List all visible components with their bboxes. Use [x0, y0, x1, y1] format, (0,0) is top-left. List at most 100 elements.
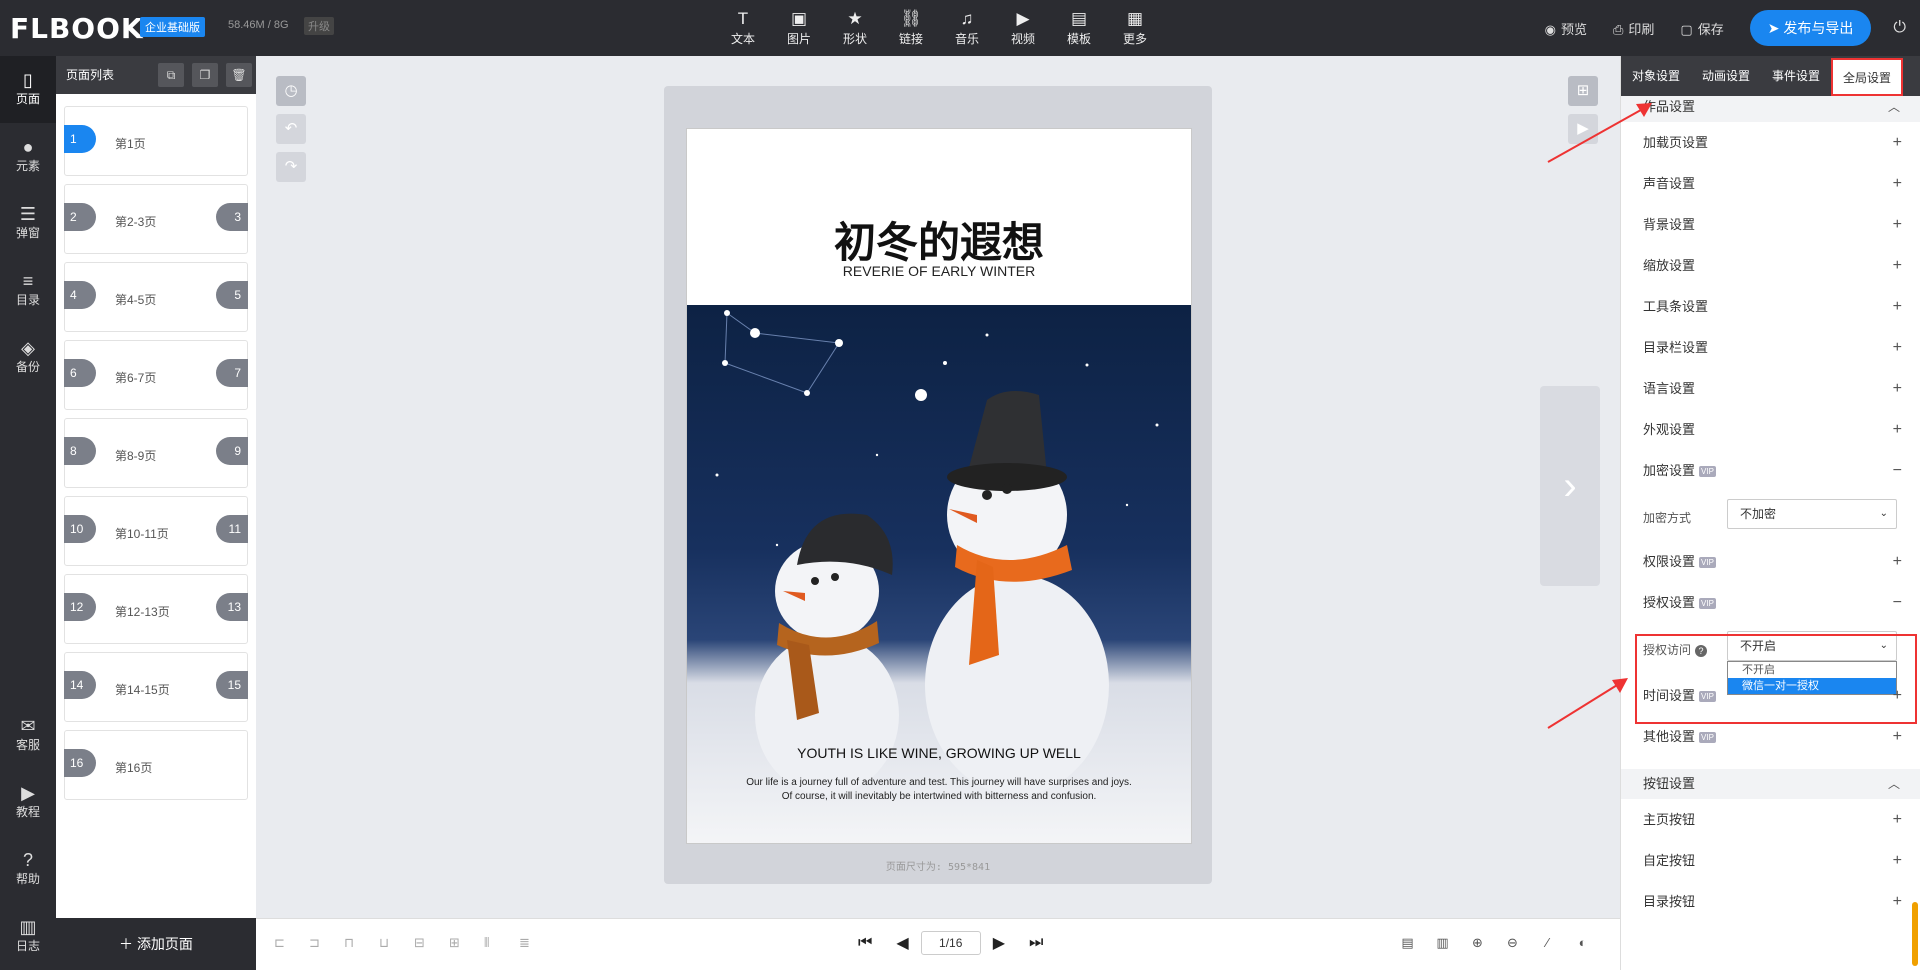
print-button[interactable]: ⎙ 印刷: [1613, 19, 1654, 38]
page-body-text[interactable]: Our life is a journey full of adventure …: [687, 776, 1191, 804]
page-sheet: 初冬的遐想 REVERIE OF EARLY WINTER YOUTH IS L…: [664, 86, 1212, 884]
row-appearance[interactable]: 外观设置 +: [1621, 409, 1920, 450]
tool-more[interactable]: ▦ 更多: [1107, 8, 1163, 47]
row-zoom[interactable]: 缩放设置 +: [1621, 245, 1920, 286]
plus-icon: +: [1892, 852, 1902, 869]
copy-page-icon[interactable]: ⧉: [158, 63, 184, 87]
nav-service[interactable]: ✉ 客服: [0, 702, 56, 769]
page-item[interactable]: 10 第10-11页 11: [64, 496, 248, 566]
section-button-settings[interactable]: 按钮设置 ︿: [1621, 769, 1920, 799]
nav-tutorial[interactable]: ▶ 教程: [0, 769, 56, 836]
nav-pages[interactable]: ▯ 页面: [0, 56, 56, 123]
tool-shape[interactable]: ★ 形状: [827, 8, 883, 47]
align-tools: ⊏ ⊐ ⊓ ⊔ ⊟ ⊞ ⫴ ≣: [274, 935, 554, 951]
history-icon[interactable]: ◷: [276, 76, 306, 106]
redo-icon[interactable]: ↷: [276, 152, 306, 182]
nav-help[interactable]: ? 帮助: [0, 836, 56, 903]
page-item[interactable]: 12 第12-13页 13: [64, 574, 248, 644]
guides-icon[interactable]: ⁄: [1530, 935, 1565, 951]
nav-toc[interactable]: ≡ 目录: [0, 257, 56, 324]
delete-page-icon[interactable]: 🗑: [226, 63, 252, 87]
vip-badge: VIP: [1699, 557, 1716, 569]
tool-video[interactable]: ▶ 视频: [995, 8, 1051, 47]
row-language[interactable]: 语言设置 +: [1621, 368, 1920, 409]
preview-button[interactable]: ◉ 预览: [1545, 19, 1587, 38]
distribute-v-icon[interactable]: ≣: [519, 935, 554, 951]
align-top-icon[interactable]: ⊓: [344, 935, 379, 951]
publish-export-button[interactable]: ➤ 发布与导出: [1749, 10, 1872, 46]
prev-page-icon[interactable]: ◀: [896, 933, 908, 953]
row-custom-button[interactable]: 自定按钮 +: [1621, 840, 1920, 881]
top-actions: ◉ 预览 ⎙ 印刷 ▢ 保存 ➤ 发布与导出 ⏻: [1545, 0, 1920, 56]
music-icon: ♫: [960, 9, 974, 28]
nav-log[interactable]: ▥ 日志: [0, 903, 56, 970]
page-subtitle-text[interactable]: REVERIE OF EARLY WINTER: [687, 263, 1191, 279]
snowmen-image[interactable]: [687, 305, 1191, 843]
single-page-icon[interactable]: ▤: [1390, 935, 1425, 951]
flbook-logo[interactable]: FLBOOK: [10, 12, 144, 45]
plus-icon: +: [1892, 893, 1902, 910]
next-page-arrow[interactable]: ›: [1540, 386, 1600, 586]
page-list-panel: 页面列表 ⧉ ❐ 🗑 1 第1页 2 第2-3页 3 4 第4-5页 5 6 第6-7页 7 …: [56, 56, 256, 970]
vip-badge: VIP: [1699, 598, 1716, 610]
row-background[interactable]: 背景设置 +: [1621, 204, 1920, 245]
row-permission[interactable]: 权限设置 VIP +: [1621, 541, 1920, 582]
row-encrypt[interactable]: 加密设置 VIP −: [1621, 450, 1920, 491]
first-page-icon[interactable]: ⏮: [858, 934, 872, 952]
upgrade-link[interactable]: 升级: [304, 17, 334, 35]
tab-event-settings[interactable]: 事件设置: [1761, 56, 1831, 96]
page-item[interactable]: 16 第16页: [64, 730, 248, 800]
nav-popup[interactable]: ☰ 弹窗: [0, 190, 56, 257]
align-left-icon[interactable]: ⊏: [274, 935, 309, 951]
page-title-text[interactable]: 初冬的遐想: [687, 209, 1191, 270]
page-item[interactable]: 14 第14-15页 15: [64, 652, 248, 722]
page-number-input[interactable]: 1/16: [920, 931, 981, 955]
page-headline-text[interactable]: YOUTH IS LIKE WINE, GROWING UP WELL: [687, 745, 1191, 761]
row-auth[interactable]: 授权设置 VIP −: [1621, 582, 1920, 623]
add-page-button[interactable]: ＋ 添加页面: [56, 918, 256, 970]
tab-animation-settings[interactable]: 动画设置: [1691, 56, 1761, 96]
duplicate-page-icon[interactable]: ❐: [192, 63, 218, 87]
next-page-icon[interactable]: ▶: [993, 933, 1005, 953]
plus-icon: +: [1892, 553, 1902, 570]
save-button[interactable]: ▢ 保存: [1680, 19, 1723, 38]
page-item[interactable]: 1 第1页: [64, 106, 248, 176]
page-item[interactable]: 4 第4-5页 5: [64, 262, 248, 332]
page-content[interactable]: 初冬的遐想 REVERIE OF EARLY WINTER YOUTH IS L…: [686, 128, 1192, 844]
double-page-icon[interactable]: ▥: [1425, 935, 1460, 951]
encrypt-mode-select[interactable]: 不加密 ⌄: [1727, 499, 1897, 529]
plus-icon: +: [1892, 134, 1902, 151]
settings-icon[interactable]: ◐: [1565, 935, 1600, 951]
align-bottom-icon[interactable]: ⊔: [379, 935, 414, 951]
page-item[interactable]: 2 第2-3页 3: [64, 184, 248, 254]
row-toc-bar[interactable]: 目录栏设置 +: [1621, 327, 1920, 368]
align-right-icon[interactable]: ⊐: [309, 935, 344, 951]
encrypt-mode-row: 加密方式 不加密 ⌄: [1621, 491, 1920, 541]
tab-global-settings[interactable]: 全局设置: [1831, 58, 1903, 96]
annotation-arrow-global: [1547, 103, 1652, 163]
tool-image[interactable]: ▣ 图片: [771, 8, 827, 47]
align-hcenter-icon[interactable]: ⊟: [414, 935, 449, 951]
panel-scrollbar[interactable]: [1912, 902, 1918, 966]
power-icon[interactable]: ⏻: [1893, 19, 1906, 37]
nav-elements[interactable]: ● 元素: [0, 123, 56, 190]
page-item[interactable]: 8 第8-9页 9: [64, 418, 248, 488]
nav-backup[interactable]: ◈ 备份: [0, 324, 56, 391]
tool-music[interactable]: ♫ 音乐: [939, 8, 995, 47]
zoom-out-icon[interactable]: ⊖: [1495, 935, 1530, 951]
row-toc-button[interactable]: 目录按钮 +: [1621, 881, 1920, 922]
tool-template[interactable]: ▤ 模板: [1051, 8, 1107, 47]
storage-usage: 58.46M / 8G: [228, 19, 289, 31]
tool-link[interactable]: ⛓ 链接: [883, 8, 939, 47]
last-page-icon[interactable]: ⏭: [1029, 934, 1043, 952]
plus-icon: +: [1892, 339, 1902, 356]
tool-text[interactable]: T 文本: [715, 8, 771, 47]
page-item[interactable]: 6 第6-7页 7: [64, 340, 248, 410]
zoom-in-icon[interactable]: ⊕: [1460, 935, 1495, 951]
left-nav: ▯ 页面 ● 元素 ☰ 弹窗 ≡ 目录 ◈ 备份 ✉ 客服 ▶ 教程 ? 帮助 ▥ 日志: [0, 56, 56, 970]
undo-icon[interactable]: ↶: [276, 114, 306, 144]
distribute-h-icon[interactable]: ⫴: [484, 935, 519, 951]
row-toolbar[interactable]: 工具条设置 +: [1621, 286, 1920, 327]
align-vcenter-icon[interactable]: ⊞: [449, 935, 484, 951]
row-home-button[interactable]: 主页按钮 +: [1621, 799, 1920, 840]
